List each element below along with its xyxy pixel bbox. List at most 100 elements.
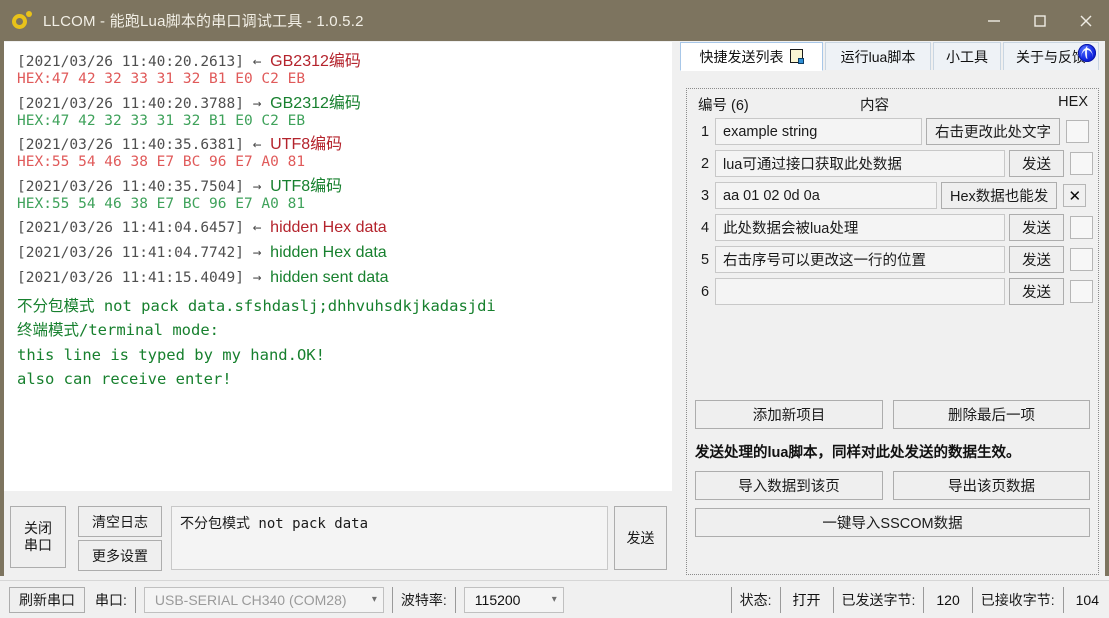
clear-log-button[interactable]: 清空日志 [78,506,162,537]
log-message: hidden sent data [270,269,388,286]
app-window: LLCOM - 能跑Lua脚本的串口调试工具 - 1.0.5.2 [2021/0… [0,0,1109,617]
globe-icon[interactable] [1078,44,1096,62]
close-port-button[interactable]: 关闭 串口 [10,506,66,568]
log-plain-line: 不分包模式 not pack data.sfshdaslj;dhhvuhsdkj… [17,294,667,318]
log-plain-line: also can receive enter! [17,367,667,391]
log-direction-arrow: → [253,96,270,112]
minimize-button[interactable] [971,0,1017,41]
log-message: GB2312编码 [270,53,361,70]
log-spacer [17,287,667,294]
maximize-button[interactable] [1017,0,1063,41]
divider [972,587,973,613]
refresh-port-button[interactable]: 刷新串口 [9,587,85,613]
row-hex-checkbox[interactable] [1070,216,1093,239]
log-message: UTF8编码 [270,178,342,195]
tab-run-lua-script[interactable]: 运行lua脚本 [825,42,931,70]
row-index[interactable]: 2 [695,156,715,172]
log-entry: [2021/03/26 11:40:35.7504] → UTF8编码 [17,178,667,196]
row-content-input[interactable]: 此处数据会被lua处理 [715,214,1005,241]
divider [1063,587,1064,613]
port-select-value: USB-SERIAL CH340 (COM28) [155,592,347,608]
row-content-input[interactable] [715,278,1005,305]
quick-send-rows: 1example string右击更改此处文字2lua可通过接口获取此处数据发送… [687,117,1098,306]
import-data-button[interactable]: 导入数据到该页 [695,471,883,500]
log-timestamp: [2021/03/26 11:41:15.4049] [17,270,253,286]
divider [731,587,732,613]
baud-select-value: 115200 [475,592,521,608]
log-direction-arrow: → [253,270,270,286]
log-spacer [17,237,667,244]
row-send-button[interactable]: 发送 [1009,246,1064,273]
row-index[interactable]: 5 [695,252,715,268]
tab-quick-send-list[interactable]: 快捷发送列表 [680,42,823,71]
row-content-input[interactable]: aa 01 02 0d 0a [715,182,937,209]
more-settings-button[interactable]: 更多设置 [78,540,162,571]
add-item-button[interactable]: 添加新项目 [695,400,883,429]
close-button[interactable] [1063,0,1109,41]
row-send-button[interactable]: 右击更改此处文字 [926,118,1060,145]
row-send-button[interactable]: 发送 [1009,150,1064,177]
log-entry: [2021/03/26 11:40:20.3788] → GB2312编码 [17,95,667,113]
close-port-label-line1: 关闭 [24,520,52,538]
port-select[interactable]: USB-SERIAL CH340 (COM28) ▾ [144,587,384,613]
header-content: 内容 [860,94,889,115]
title-bar: LLCOM - 能跑Lua脚本的串口调试工具 - 1.0.5.2 [0,0,1109,41]
row-content-input[interactable]: 右击序号可以更改这一行的位置 [715,246,1005,273]
baud-select[interactable]: 115200 ▾ [464,587,564,613]
log-timestamp: [2021/03/26 11:40:20.2613] [17,54,253,70]
log-timestamp: [2021/03/26 11:41:04.7742] [17,245,253,261]
row-send-button[interactable]: Hex数据也能发 [941,182,1057,209]
row-index[interactable]: 4 [695,220,715,236]
send-button[interactable]: 发送 [614,506,667,570]
log-entry: [2021/03/26 11:40:20.2613] ← GB2312编码 [17,53,667,71]
log-hex-line: HEX:55 54 46 38 E7 BC 96 E7 A0 81 [17,196,667,213]
tab-strip: 快捷发送列表 运行lua脚本 小工具 关于与反馈 [680,42,1105,70]
window-controls [971,0,1109,41]
row-hex-checkbox[interactable]: ✕ [1063,184,1086,207]
log-direction-arrow: → [253,245,270,261]
note-page-icon [790,49,804,64]
log-spacer [17,88,667,95]
log-spacer [17,129,667,136]
export-data-button[interactable]: 导出该页数据 [893,471,1090,500]
row-hex-checkbox[interactable] [1070,152,1093,175]
log-timestamp: [2021/03/26 11:40:20.3788] [17,96,253,112]
header-id: 编号 (6) [698,94,749,115]
delete-last-item-button[interactable]: 删除最后一项 [893,400,1090,429]
chevron-down-icon: ▾ [552,594,557,605]
chevron-down-icon: ▾ [372,594,377,605]
send-input[interactable]: 不分包模式 not pack data [171,506,608,570]
row-hex-checkbox[interactable] [1070,248,1093,271]
sent-bytes-value: 120 [936,592,959,608]
quick-send-row: 6 发送 [695,277,1090,306]
row-content-input[interactable]: lua可通过接口获取此处数据 [715,150,1005,177]
log-hex-line: HEX:55 54 46 38 E7 BC 96 E7 A0 81 [17,154,667,171]
log-panel[interactable]: [2021/03/26 11:40:20.2613] ← GB2312编码HEX… [4,42,672,491]
tab-label: 运行lua脚本 [841,47,916,67]
log-direction-arrow: ← [253,54,270,70]
sent-bytes-label: 已发送字节: [842,590,916,610]
row-send-button[interactable]: 发送 [1009,214,1064,241]
tab-tools[interactable]: 小工具 [933,42,1001,70]
row-index[interactable]: 6 [695,284,715,300]
row-send-button[interactable]: 发送 [1009,278,1064,305]
tab-label: 小工具 [946,47,988,67]
row-index[interactable]: 3 [695,188,715,204]
port-label: 串口: [95,590,127,610]
log-hex-line: HEX:47 42 32 33 31 32 B1 E0 C2 EB [17,113,667,130]
log-timestamp: [2021/03/26 11:40:35.7504] [17,179,253,195]
log-hex-line: HEX:47 42 32 33 31 32 B1 E0 C2 EB [17,71,667,88]
log-text: [2021/03/26 11:40:20.2613] ← GB2312编码HEX… [5,43,671,396]
row-content-input[interactable]: example string [715,118,922,145]
row-hex-checkbox[interactable] [1070,280,1093,303]
row-hex-checkbox[interactable] [1066,120,1089,143]
log-entry: [2021/03/26 11:40:35.6381] ← UTF8编码 [17,136,667,154]
divider [780,587,781,613]
divider [923,587,924,613]
import-sscom-button[interactable]: 一键导入SSCOM数据 [695,508,1090,537]
log-direction-arrow: ← [253,220,270,236]
baud-label: 波特率: [401,590,447,610]
log-message: hidden Hex data [270,219,387,236]
row-index[interactable]: 1 [695,124,715,140]
recv-bytes-value: 104 [1076,592,1099,608]
